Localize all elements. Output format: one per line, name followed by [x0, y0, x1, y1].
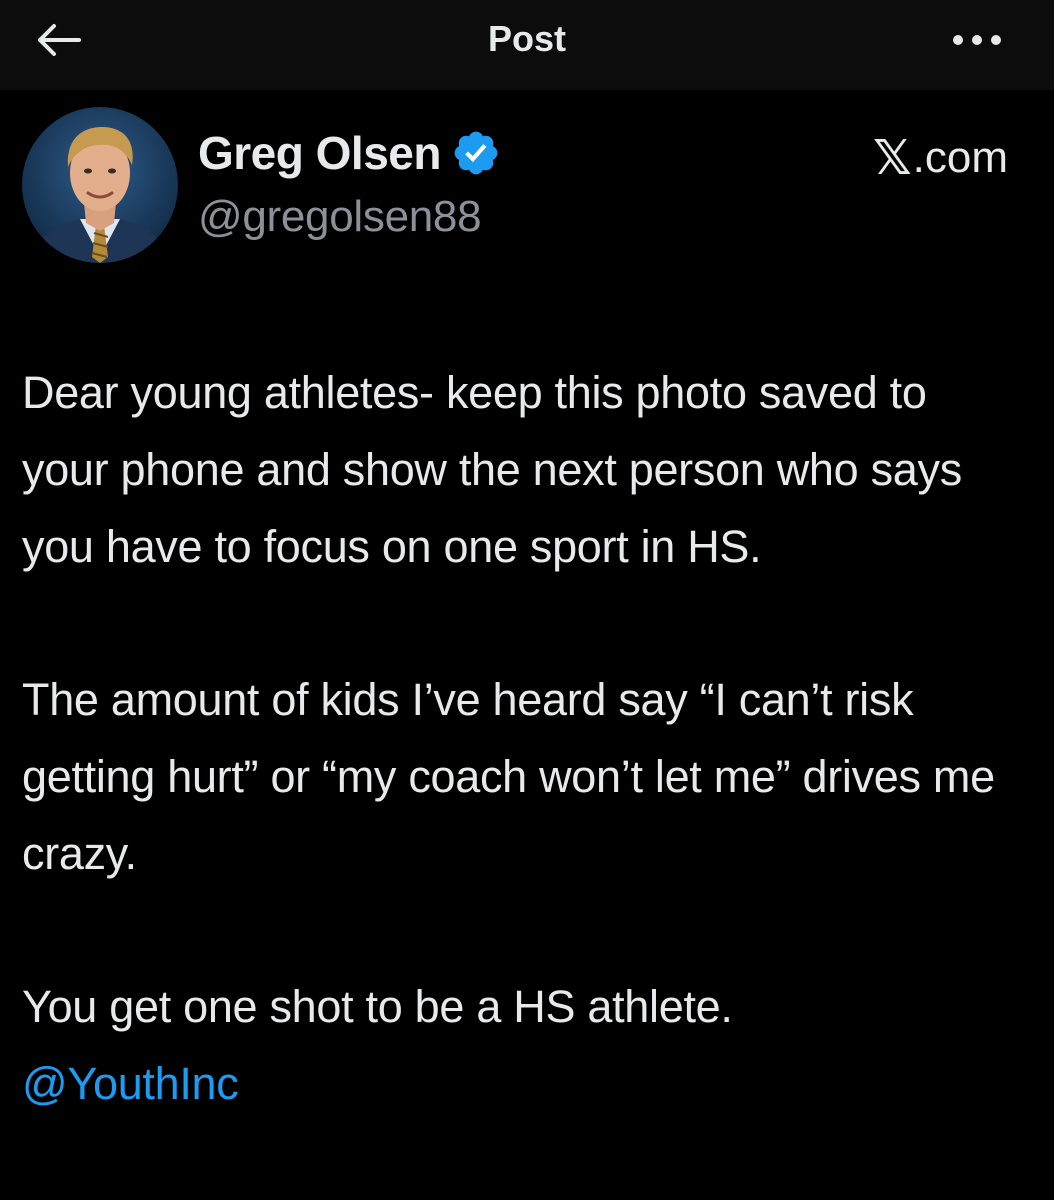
page-title: Post — [487, 18, 566, 59]
more-options-button[interactable] — [942, 22, 1012, 58]
mention-link[interactable]: @YouthInc — [22, 1058, 239, 1109]
post-paragraph-3: You get one shot to be a HS athlete. — [22, 981, 733, 1032]
post-text: Dear young athletes- keep this photo sav… — [22, 354, 1022, 1122]
avatar[interactable] — [22, 107, 178, 263]
back-button[interactable] — [28, 16, 88, 64]
source-label: 𝕏 .com — [873, 130, 1008, 186]
x-logo-icon: 𝕏 — [872, 132, 912, 185]
post-screen: Post Greg Olsen @gregolsen88 𝕏 .com Dear… — [0, 0, 1054, 1200]
post-paragraph-2: The amount of kids I’ve heard say “I can… — [22, 674, 995, 879]
author-handle[interactable]: @gregolsen88 — [198, 192, 482, 242]
top-bar: Post — [0, 0, 1054, 90]
author-name-row[interactable]: Greg Olsen — [198, 126, 501, 180]
arrow-left-icon — [38, 24, 81, 56]
verified-badge-icon — [454, 131, 498, 175]
source-suffix: .com — [912, 133, 1008, 182]
post-paragraph-1: Dear young athletes- keep this photo sav… — [22, 367, 962, 572]
more-horizontal-icon — [953, 35, 1001, 45]
author-display-name[interactable]: Greg Olsen — [198, 126, 441, 180]
